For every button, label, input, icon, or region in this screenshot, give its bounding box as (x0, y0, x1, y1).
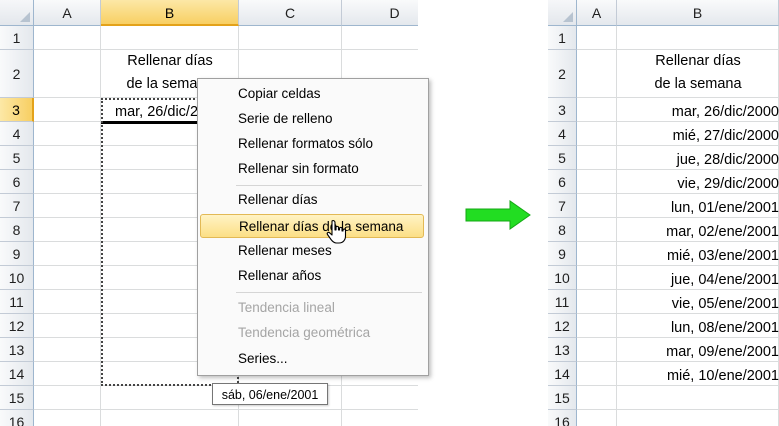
right-row-header-10[interactable]: 10 (548, 266, 577, 290)
left-column-header-a[interactable]: A (34, 0, 101, 26)
left-row-header-8[interactable]: 8 (0, 218, 34, 242)
right-spreadsheet: A B 1 2 3 4 5 6 7 8 9 10 11 12 13 14 15 16 Rellenar días de… (548, 0, 779, 426)
right-row-header-3[interactable]: 3 (548, 98, 577, 122)
left-row-header-12[interactable]: 12 (0, 314, 34, 338)
menu-item-fill-formatting-only[interactable]: Rellenar formatos sólo (200, 132, 426, 156)
right-date-cell-b6[interactable]: vie, 29/dic/2000 (617, 170, 779, 194)
left-row-header-3[interactable]: 3 (0, 98, 34, 122)
menu-item-growth-trend: Tendencia geométrica (238, 325, 371, 340)
left-row-header-6[interactable]: 6 (0, 170, 34, 194)
right-row-header-16[interactable]: 16 (548, 410, 577, 426)
right-row-header-5[interactable]: 5 (548, 146, 577, 170)
right-select-all-corner[interactable] (548, 0, 577, 26)
right-arrow-icon (465, 200, 531, 230)
right-date-cell-b14[interactable]: mié, 10/ene/2001 (617, 362, 779, 386)
fill-preview-tooltip: sáb, 06/ene/2001 (212, 383, 328, 405)
menu-item-fill-weekdays[interactable]: Rellenar días de la semana (200, 214, 424, 238)
right-date-cell-b4[interactable]: mié, 27/dic/2000 (617, 122, 779, 146)
right-date-cell-b12[interactable]: lun, 08/ene/2001 (617, 314, 779, 338)
right-row-header-13[interactable]: 13 (548, 338, 577, 362)
left-row-header-11[interactable]: 11 (0, 290, 34, 314)
menu-separator (236, 292, 422, 293)
right-row-header-7[interactable]: 7 (548, 194, 577, 218)
right-column-header-a[interactable]: A (577, 0, 617, 26)
right-date-cell-b10[interactable]: jue, 04/ene/2001 (617, 266, 779, 290)
right-row-header-1[interactable]: 1 (548, 26, 577, 50)
left-column-header-c[interactable]: C (239, 0, 342, 26)
menu-separator (236, 185, 422, 186)
left-row-header-1[interactable]: 1 (0, 26, 34, 50)
left-row-header-4[interactable]: 4 (0, 122, 34, 146)
left-column-header-b[interactable]: B (101, 0, 239, 26)
menu-item-linear-trend: Tendencia lineal (238, 300, 335, 315)
header-text: Rellenar días (655, 53, 741, 69)
right-column-header-b[interactable]: B (617, 0, 779, 26)
right-date-cell-b11[interactable]: vie, 05/ene/2001 (617, 290, 779, 314)
right-date-cell-b7[interactable]: lun, 01/ene/2001 (617, 194, 779, 218)
left-row-header-7[interactable]: 7 (0, 194, 34, 218)
left-row-header-2[interactable]: 2 (0, 50, 34, 98)
menu-item-fill-days[interactable]: Rellenar días (200, 188, 426, 212)
right-row-header-12[interactable]: 12 (548, 314, 577, 338)
right-row-header-4[interactable]: 4 (548, 122, 577, 146)
left-row-header-5[interactable]: 5 (0, 146, 34, 170)
right-date-cell-b3[interactable]: mar, 26/dic/2000 (617, 98, 779, 122)
left-row-header-13[interactable]: 13 (0, 338, 34, 362)
menu-item-fill-without-formatting[interactable]: Rellenar sin formato (200, 157, 426, 181)
menu-item-fill-series[interactable]: Serie de relleno (200, 107, 426, 131)
right-date-cell-b9[interactable]: mié, 03/ene/2001 (617, 242, 779, 266)
right-row-header-6[interactable]: 6 (548, 170, 577, 194)
right-header-cell-b2[interactable]: Rellenar días de la semana (617, 50, 779, 98)
right-row-header-14[interactable]: 14 (548, 362, 577, 386)
right-date-cell-b13[interactable]: mar, 09/ene/2001 (617, 338, 779, 362)
left-row-header-16[interactable]: 16 (0, 410, 34, 426)
right-row-header-8[interactable]: 8 (548, 218, 577, 242)
gridline (577, 409, 779, 410)
fill-options-context-menu: Copiar celdas Serie de relleno Rellenar … (197, 78, 429, 376)
menu-item-copy-cells[interactable]: Copiar celdas (200, 82, 426, 106)
header-text: de la semana (654, 76, 742, 92)
gridline (34, 409, 418, 410)
right-row-header-9[interactable]: 9 (548, 242, 577, 266)
menu-item-series[interactable]: Series... (200, 347, 426, 371)
left-column-header-d[interactable]: D (342, 0, 418, 26)
right-date-cell-b5[interactable]: jue, 28/dic/2000 (617, 146, 779, 170)
hand-pointer-cursor-icon (326, 220, 347, 244)
left-row-header-14[interactable]: 14 (0, 362, 34, 386)
right-date-cell-b8[interactable]: mar, 02/ene/2001 (617, 218, 779, 242)
left-select-all-corner[interactable] (0, 0, 34, 26)
menu-item-fill-months[interactable]: Rellenar meses (200, 239, 426, 263)
menu-item-fill-years[interactable]: Rellenar años (200, 264, 426, 288)
right-row-header-2[interactable]: 2 (548, 50, 577, 98)
right-row-header-15[interactable]: 15 (548, 386, 577, 410)
right-row-header-11[interactable]: 11 (548, 290, 577, 314)
header-text: Rellenar días (127, 53, 213, 69)
left-row-header-15[interactable]: 15 (0, 386, 34, 410)
left-row-header-10[interactable]: 10 (0, 266, 34, 290)
left-row-header-9[interactable]: 9 (0, 242, 34, 266)
